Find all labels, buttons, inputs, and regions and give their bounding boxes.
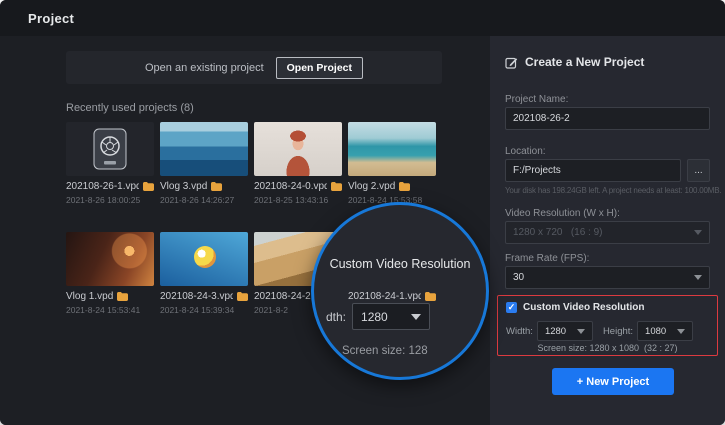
vpd-file-icon — [93, 128, 127, 170]
project-item[interactable]: Vlog 3.vpd 2021-8-26 14:26:27 — [160, 122, 248, 205]
magnifier-width-label: dth: — [326, 310, 346, 324]
disk-space-note: Your disk has 198.24GB left. A project n… — [505, 186, 721, 195]
screen-size-text: Screen size: 1280 x 1080 (32 : 27) — [498, 343, 717, 353]
recent-projects-label: Recently used projects (8) — [66, 102, 194, 114]
project-item[interactable]: 202108-24-3.vpd 2021-8-24 15:39:34 — [160, 232, 248, 315]
browse-button[interactable]: ... — [687, 159, 710, 182]
chevron-down-icon — [411, 314, 421, 320]
project-item[interactable]: 202108-26-1.vpd 2021-8-26 18:00:25 — [66, 122, 154, 205]
project-thumbnail[interactable] — [348, 122, 436, 176]
panel-title: Create a New Project — [525, 55, 644, 69]
chevron-down-icon — [694, 230, 702, 235]
width-select[interactable]: 1280 — [537, 321, 593, 341]
frame-rate-label: Frame Rate (FPS): — [505, 253, 589, 264]
titlebar: Project — [0, 0, 725, 36]
window-title: Project — [28, 11, 74, 26]
open-project-button[interactable]: Open Project — [276, 57, 363, 79]
project-thumbnail[interactable] — [66, 122, 154, 176]
folder-icon[interactable] — [117, 292, 128, 301]
video-resolution-value: 1280 x 720 (16 : 9) — [513, 227, 688, 238]
height-value: 1080 — [645, 326, 671, 337]
chevron-down-icon — [677, 329, 685, 334]
open-existing-text: Open an existing project — [145, 62, 264, 74]
folder-icon[interactable] — [211, 182, 222, 191]
magnifier-width-value: 1280 — [361, 310, 388, 324]
project-name-input[interactable] — [505, 107, 710, 130]
beach-ball-graphic — [194, 246, 216, 268]
project-name: Vlog 1.vpd — [66, 291, 113, 302]
chevron-down-icon — [694, 275, 702, 280]
width-label: Width: — [506, 326, 533, 337]
project-date: 2021-8-24 15:53:41 — [66, 305, 154, 315]
folder-icon[interactable] — [331, 182, 342, 191]
project-date: 2021-8-26 14:26:27 — [160, 195, 248, 205]
project-date: 2021-8-25 13:43:16 — [254, 195, 342, 205]
folder-icon[interactable] — [399, 182, 410, 191]
height-select[interactable]: 1080 — [637, 321, 693, 341]
frame-rate-value: 30 — [513, 272, 688, 283]
project-thumbnail[interactable] — [66, 232, 154, 286]
chevron-down-icon — [577, 329, 585, 334]
project-dialog: Project Open an existing project Open Pr… — [0, 0, 725, 425]
folder-icon[interactable] — [425, 292, 436, 301]
height-label: Height: — [603, 326, 633, 337]
width-value: 1280 — [545, 326, 571, 337]
magnifier-title: Custom Video Resolution — [314, 257, 486, 271]
custom-resolution-label: Custom Video Resolution — [523, 302, 645, 313]
magnifier-width-select[interactable]: 1280 — [352, 303, 430, 330]
create-project-panel: Create a New Project Project Name: Locat… — [490, 36, 725, 425]
project-name: 202108-24-1.vpd — [348, 291, 421, 302]
project-thumbnail[interactable] — [160, 232, 248, 286]
project-date: 2021-8-26 18:00:25 — [66, 195, 154, 205]
project-date: 2021-8-24 15:39:34 — [160, 305, 248, 315]
folder-icon[interactable] — [143, 182, 154, 191]
location-label: Location: — [505, 146, 546, 157]
project-thumbnail[interactable] — [254, 122, 342, 176]
magnifier-screen-size: Screen size: 128 — [342, 345, 428, 357]
project-name-label: Project Name: — [505, 94, 568, 105]
video-resolution-select[interactable]: 1280 x 720 (16 : 9) — [505, 221, 710, 244]
custom-resolution-checkbox[interactable] — [506, 302, 517, 313]
folder-icon[interactable] — [237, 292, 248, 301]
location-input[interactable] — [505, 159, 681, 182]
project-thumbnail[interactable] — [160, 122, 248, 176]
project-item[interactable]: Vlog 2.vpd 2021-8-24 15:53:58 — [348, 122, 436, 205]
project-name: 202108-24-0.vpd — [254, 181, 327, 192]
frame-rate-select[interactable]: 30 — [505, 266, 710, 289]
custom-resolution-highlight: Custom Video Resolution Width: 1280 Heig… — [497, 295, 718, 356]
project-item[interactable]: 202108-24-0.vpd 2021-8-25 13:43:16 — [254, 122, 342, 205]
project-name: Vlog 2.vpd — [348, 181, 395, 192]
new-project-icon — [505, 56, 518, 69]
project-name: 202108-24-3.vpd — [160, 291, 233, 302]
project-name: Vlog 3.vpd — [160, 181, 207, 192]
open-existing-bar: Open an existing project Open Project — [66, 51, 442, 84]
project-item[interactable]: Vlog 1.vpd 2021-8-24 15:53:41 — [66, 232, 154, 315]
new-project-button[interactable]: + New Project — [552, 368, 674, 395]
video-resolution-label: Video Resolution (W x H): — [505, 208, 620, 219]
project-name: 202108-26-1.vpd — [66, 181, 139, 192]
